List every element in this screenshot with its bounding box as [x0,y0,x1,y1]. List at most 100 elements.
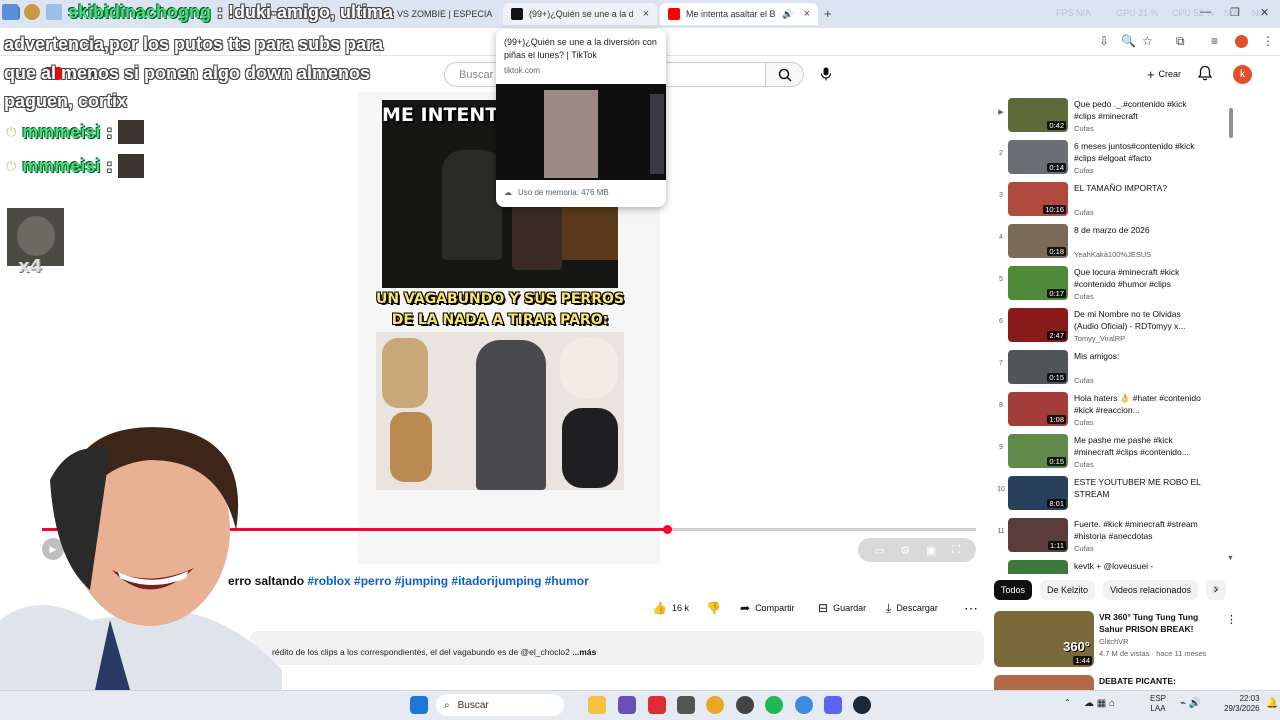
chip-channel[interactable]: De Kelzito [1040,580,1096,600]
scroll-down-icon[interactable]: ▼ [1227,555,1234,562]
playlist-channel[interactable]: Tomyy_ViralRP [1074,334,1125,343]
playlist-channel[interactable]: Cufas [1074,418,1094,427]
notifications-button[interactable] [1197,65,1213,86]
extensions-icon[interactable]: ⧉ [1176,34,1185,49]
playlist-channel[interactable]: Cufas [1074,544,1094,553]
settings-gear-icon[interactable]: ⚙ [900,544,910,557]
playlist-item[interactable]: 10 8:01 ESTE YOUTUBER ME ROBO EL STREAM [996,476,1230,512]
steam-icon[interactable] [853,696,871,714]
chip-related[interactable]: Videos relacionados [1103,580,1198,600]
playlist-item[interactable]: 8 1:08 Hola haters 👌 #hater #contenido #ki… [996,392,1230,428]
playlist-thumbnail[interactable]: 8:01 [1008,476,1068,510]
windows-start-icon[interactable] [410,696,428,714]
playlist-title[interactable]: Que pedo ._.#contenido #kick #clips #min… [1074,98,1204,122]
playlist-item[interactable]: ▶ 0:42 Que pedo ._.#contenido #kick #clips… [996,98,1230,134]
recommended-item[interactable]: DEBATE PICANTE: THERIANS [994,675,1234,690]
playlist-title[interactable]: 8 de marzo de 2026 [1074,224,1204,236]
notification-bell-icon[interactable]: 🔔 [1266,698,1278,709]
playlist-channel[interactable]: Cufas [1074,376,1094,385]
playlist-thumbnail[interactable]: 0:15 [1008,350,1068,384]
playlist-title[interactable]: ESTE YOUTUBER ME ROBO EL STREAM [1074,476,1204,500]
taskbar-search[interactable]: ⌕ Buscar [436,694,564,716]
share-button[interactable]: ➦ Compartir [740,597,795,619]
new-tab-button[interactable]: + [824,6,832,21]
media-icon[interactable]: ≡ [1211,34,1218,48]
install-icon[interactable]: ⇩ [1099,34,1109,48]
description-more-link[interactable]: ...más [572,647,596,657]
playlist-thumbnail[interactable] [1008,560,1068,574]
playlist-item[interactable]: 5 0:17 Que locura #minecraft #kick #conten… [996,266,1230,302]
playlist-item[interactable]: 2 0:14 6 meses juntos#contenido #kick #cli… [996,140,1230,176]
playlist-title[interactable]: Me pashe me pashe #kick #minecraft #clip… [1074,434,1204,458]
playlist-item[interactable]: 7 0:15 Mis amigos: Cufas [996,350,1230,386]
zoom-icon[interactable]: 🔍 [1121,34,1136,48]
playlist-channel[interactable]: Cufas [1074,460,1094,469]
app-icon[interactable] [648,696,666,714]
chip-all[interactable]: Todos [994,580,1033,600]
menu-dots-icon[interactable]: ⋮ [1262,34,1274,48]
recommended-thumbnail[interactable]: 360° 1:44 [994,611,1094,667]
tab-zombie[interactable]: R VS ZOMBIE | ESPECIA × [380,3,500,25]
playlist-channel[interactable]: Cufas [1074,292,1094,301]
playlist-thumbnail[interactable]: 0:42 [1008,98,1068,132]
recommended-title[interactable]: VR 360° Tung Tung Tung Sahur PRISON BREA… [1099,611,1219,635]
spotify-icon[interactable] [765,696,783,714]
recommended-menu-icon[interactable]: ⋮ [1226,613,1237,626]
playlist-title[interactable]: kevtk + @loveusuei - [1074,560,1204,572]
chrome-icon[interactable] [706,696,724,714]
recommended-item[interactable]: 360° 1:44 VR 360° Tung Tung Tung Sahur P… [994,611,1237,667]
recommended-channel[interactable]: GlitchVR [1099,637,1129,646]
playlist-channel[interactable]: YeahKakà100%JESUS [1074,250,1151,259]
voice-search-button[interactable] [815,63,837,85]
save-button[interactable]: ⊟ Guardar [818,597,866,619]
playlist-title[interactable]: De mi Nombre no te Olvidas (Audio Oficia… [1074,308,1204,332]
tray-network-icon[interactable]: ⌁ 🔊 [1180,698,1201,709]
playlist-thumbnail[interactable]: 0:18 [1008,224,1068,258]
playlist-thumbnail[interactable]: 10:16 [1008,182,1068,216]
bookmark-star-icon[interactable]: ☆ [1142,34,1153,48]
close-icon[interactable]: × [804,8,810,20]
playlist-title[interactable]: Fuerte. #kick #minecraft #stream #histor… [1074,518,1204,542]
playlist-scrollbar[interactable] [1229,108,1233,138]
restore-icon[interactable]: ❐ [1230,6,1240,19]
recommended-thumbnail[interactable] [994,675,1094,690]
playlist-thumbnail[interactable]: 0:15 [1008,434,1068,468]
tab-youtube-active[interactable]: Me intenta asaltar el Brayan 🔊 × [660,3,818,25]
file-explorer-icon[interactable] [588,696,606,714]
playlist-item[interactable]: 3 10:16 EL TAMAÑO IMPORTA? Cufas [996,182,1230,218]
discord-icon[interactable] [824,696,842,714]
playlist-item[interactable]: 11 1:11 Fuerte. #kick #minecraft #stream #… [996,518,1230,554]
playlist-channel[interactable]: Cufas [1074,166,1094,175]
playlist-title[interactable]: Que locura #minecraft #kick #contenido #… [1074,266,1204,290]
search-button[interactable] [766,62,804,87]
window-close-icon[interactable]: ✕ [1260,6,1269,19]
playlist-title[interactable]: Mis amigos: [1074,350,1204,362]
tray-icons[interactable]: ☁ ▦ ⌂ [1084,698,1115,709]
playlist-channel[interactable]: Cufas [1074,124,1094,133]
app-icon[interactable] [736,696,754,714]
app-icon[interactable] [677,696,695,714]
more-actions-button[interactable]: ⋯ [964,597,978,619]
like-button[interactable]: 👍 16 k [652,597,696,619]
playlist-thumbnail[interactable]: 2:47 [1008,308,1068,342]
video-title-tags[interactable]: #roblox #perro #jumping #itadorijumping … [307,574,588,588]
playlist-item[interactable]: 6 2:47 De mi Nombre no te Olvidas (Audio O… [996,308,1230,344]
tray-chevron-icon[interactable]: ⌃ [1064,698,1071,707]
close-icon[interactable]: × [643,8,649,20]
avatar[interactable]: k [1233,65,1252,84]
captions-icon[interactable]: ▭ [874,544,884,557]
playlist-item[interactable]: kevtk + @loveusuei - [996,560,1230,574]
fullscreen-icon[interactable]: ⛶ [952,544,960,557]
progress-scrubber[interactable] [663,525,672,534]
clock[interactable]: 22:03 29/3/2026 [1224,694,1260,714]
playlist-thumbnail[interactable]: 0:17 [1008,266,1068,300]
speaker-icon[interactable]: 🔊 [782,9,793,20]
playlist-item[interactable]: 4 0:18 8 de marzo de 2026 YeahKakà100%JESUS [996,224,1230,260]
tab-tiktok[interactable]: (99+)¿Quién se une a la diversió × [503,3,657,25]
miniplayer-icon[interactable]: ▣ [926,544,936,557]
create-button[interactable]: + Crear [1138,63,1190,85]
keyboard-language[interactable]: ESP LAA [1150,694,1166,714]
playlist-item[interactable]: 9 0:15 Me pashe me pashe #kick #minecraft … [996,434,1230,470]
profile-avatar[interactable] [1235,35,1248,48]
playlist-channel[interactable]: Cufas [1074,208,1094,217]
